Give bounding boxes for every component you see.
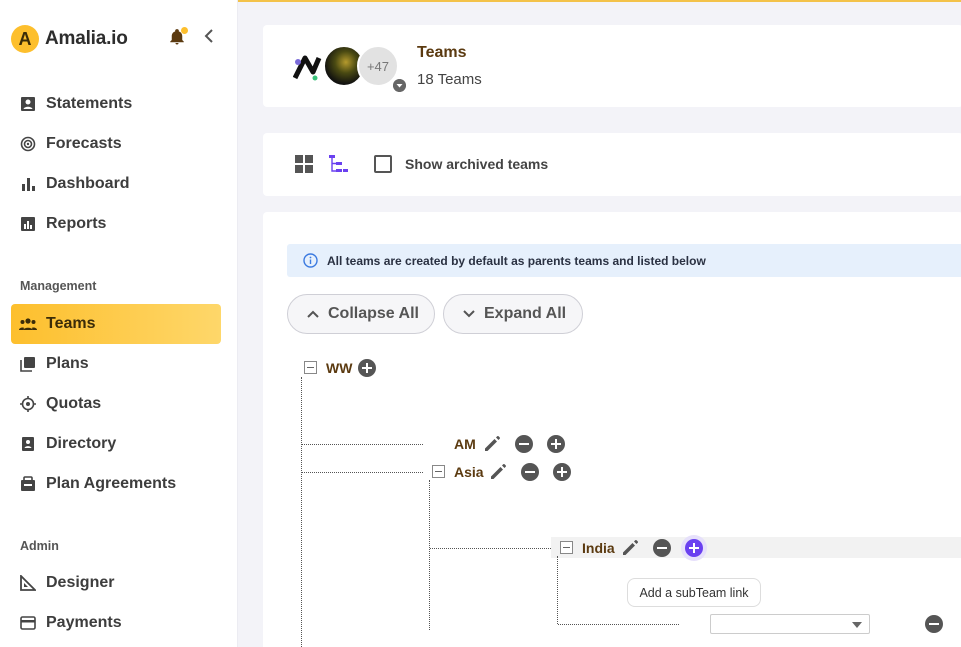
payments-icon (19, 614, 37, 632)
info-icon (303, 253, 318, 268)
expand-all-label: Expand All (484, 305, 567, 322)
tree-connector (430, 548, 551, 549)
expand-all-button[interactable]: Expand All (443, 294, 583, 334)
sidebar-item-label: Statements (46, 95, 133, 112)
tree-view-icon[interactable] (329, 155, 348, 173)
team-avatars[interactable]: +47 (293, 45, 405, 89)
sidebar-item-label: Teams (46, 315, 96, 332)
team-node-asia[interactable]: Asia (454, 464, 484, 480)
section-label-management: Management (20, 279, 97, 293)
sidebar-item-label: Directory (46, 435, 117, 452)
add-subteam-tooltip: Add a subTeam link (627, 578, 761, 607)
brand[interactable]: A Amalia.io (11, 25, 128, 53)
teams-header-card: +47 Teams 18 Teams (263, 25, 961, 107)
collapse-node-ww[interactable] (304, 361, 317, 374)
more-avatars-badge: +47 (357, 45, 399, 87)
notification-badge (181, 27, 188, 34)
sidebar-item-directory[interactable]: Directory (11, 424, 221, 464)
sidebar: A Amalia.io Statements Forecasts Dashboa… (0, 0, 238, 647)
view-toolbar-card: Show archived teams (263, 133, 961, 196)
designer-icon (19, 574, 37, 592)
sidebar-item-designer[interactable]: Designer (11, 563, 221, 603)
collapse-node-india[interactable] (560, 541, 573, 554)
info-text: All teams are created by default as pare… (327, 253, 706, 268)
sidebar-item-label: Plan Agreements (46, 475, 177, 492)
edit-asia-icon[interactable] (488, 462, 508, 482)
brand-name: Amalia.io (45, 28, 128, 49)
tree-connector (558, 624, 679, 625)
sidebar-item-label: Plans (46, 355, 89, 372)
remove-india-icon[interactable] (652, 538, 672, 558)
collapse-all-button[interactable]: Collapse All (287, 294, 435, 334)
report-icon (19, 215, 37, 233)
sidebar-item-reports[interactable]: Reports (11, 204, 221, 244)
sidebar-item-label: Forecasts (46, 135, 122, 152)
add-subteam-asia-icon[interactable] (552, 462, 572, 482)
sidebar-item-label: Designer (46, 574, 115, 591)
remove-asia-icon[interactable] (520, 462, 540, 482)
sidebar-item-plan-agreements[interactable]: Plan Agreements (11, 464, 221, 504)
add-subteam-ww-icon[interactable] (357, 358, 377, 378)
collapse-sidebar-icon[interactable] (202, 28, 216, 44)
team-logo-avatar (293, 55, 322, 81)
teams-tree-card: All teams are created by default as pare… (263, 212, 961, 647)
sidebar-item-dashboard[interactable]: Dashboard (11, 164, 221, 204)
bar-chart-icon (19, 175, 37, 193)
subteam-select[interactable] (710, 614, 870, 634)
sidebar-item-payments[interactable]: Payments (11, 603, 221, 643)
teams-icon (19, 315, 37, 333)
show-archived-label: Show archived teams (405, 156, 549, 172)
add-subteam-am-icon[interactable] (546, 434, 566, 454)
teams-count: 18 Teams (417, 71, 482, 88)
avatars-dropdown-icon[interactable] (393, 79, 406, 92)
info-banner: All teams are created by default as pare… (287, 244, 961, 277)
amalia-logo-icon: A (11, 25, 39, 53)
remove-am-icon[interactable] (514, 434, 534, 454)
plans-icon (19, 355, 37, 373)
remove-subteam-link-icon[interactable] (924, 614, 944, 634)
tree-connector (302, 444, 423, 445)
team-node-am[interactable]: AM (454, 436, 476, 452)
sidebar-item-label: Reports (46, 215, 107, 232)
sidebar-item-label: Dashboard (46, 175, 130, 192)
tree-connector (301, 377, 302, 647)
forecast-icon (19, 135, 37, 153)
dropdown-caret-icon (852, 622, 862, 628)
statement-icon (19, 95, 37, 113)
page-title: Teams (417, 44, 467, 61)
tree-connector (302, 472, 423, 473)
sidebar-item-label: Payments (46, 614, 122, 631)
sidebar-item-plans[interactable]: Plans (11, 344, 221, 384)
directory-icon (19, 435, 37, 453)
add-subteam-india-icon[interactable] (680, 534, 708, 562)
agreement-icon (19, 475, 37, 493)
grid-view-icon[interactable] (295, 155, 313, 173)
sidebar-item-statements[interactable]: Statements (11, 84, 221, 124)
collapse-all-label: Collapse All (328, 305, 419, 322)
sidebar-item-quotas[interactable]: Quotas (11, 384, 221, 424)
sidebar-item-forecasts[interactable]: Forecasts (11, 124, 221, 164)
chevron-up-icon (307, 310, 319, 318)
tree-connector (429, 480, 430, 630)
sidebar-item-teams[interactable]: Teams (11, 304, 221, 344)
team-node-india[interactable]: India (582, 540, 615, 556)
section-label-admin: Admin (20, 539, 59, 553)
tree-connector (557, 556, 558, 624)
show-archived-checkbox[interactable] (374, 155, 392, 173)
edit-am-icon[interactable] (482, 434, 502, 454)
team-node-ww[interactable]: WW (326, 360, 352, 376)
edit-india-icon[interactable] (620, 538, 640, 558)
chevron-down-icon (463, 310, 475, 318)
collapse-node-asia[interactable] (432, 465, 445, 478)
quotas-icon (19, 395, 37, 413)
sidebar-item-label: Quotas (46, 395, 102, 412)
